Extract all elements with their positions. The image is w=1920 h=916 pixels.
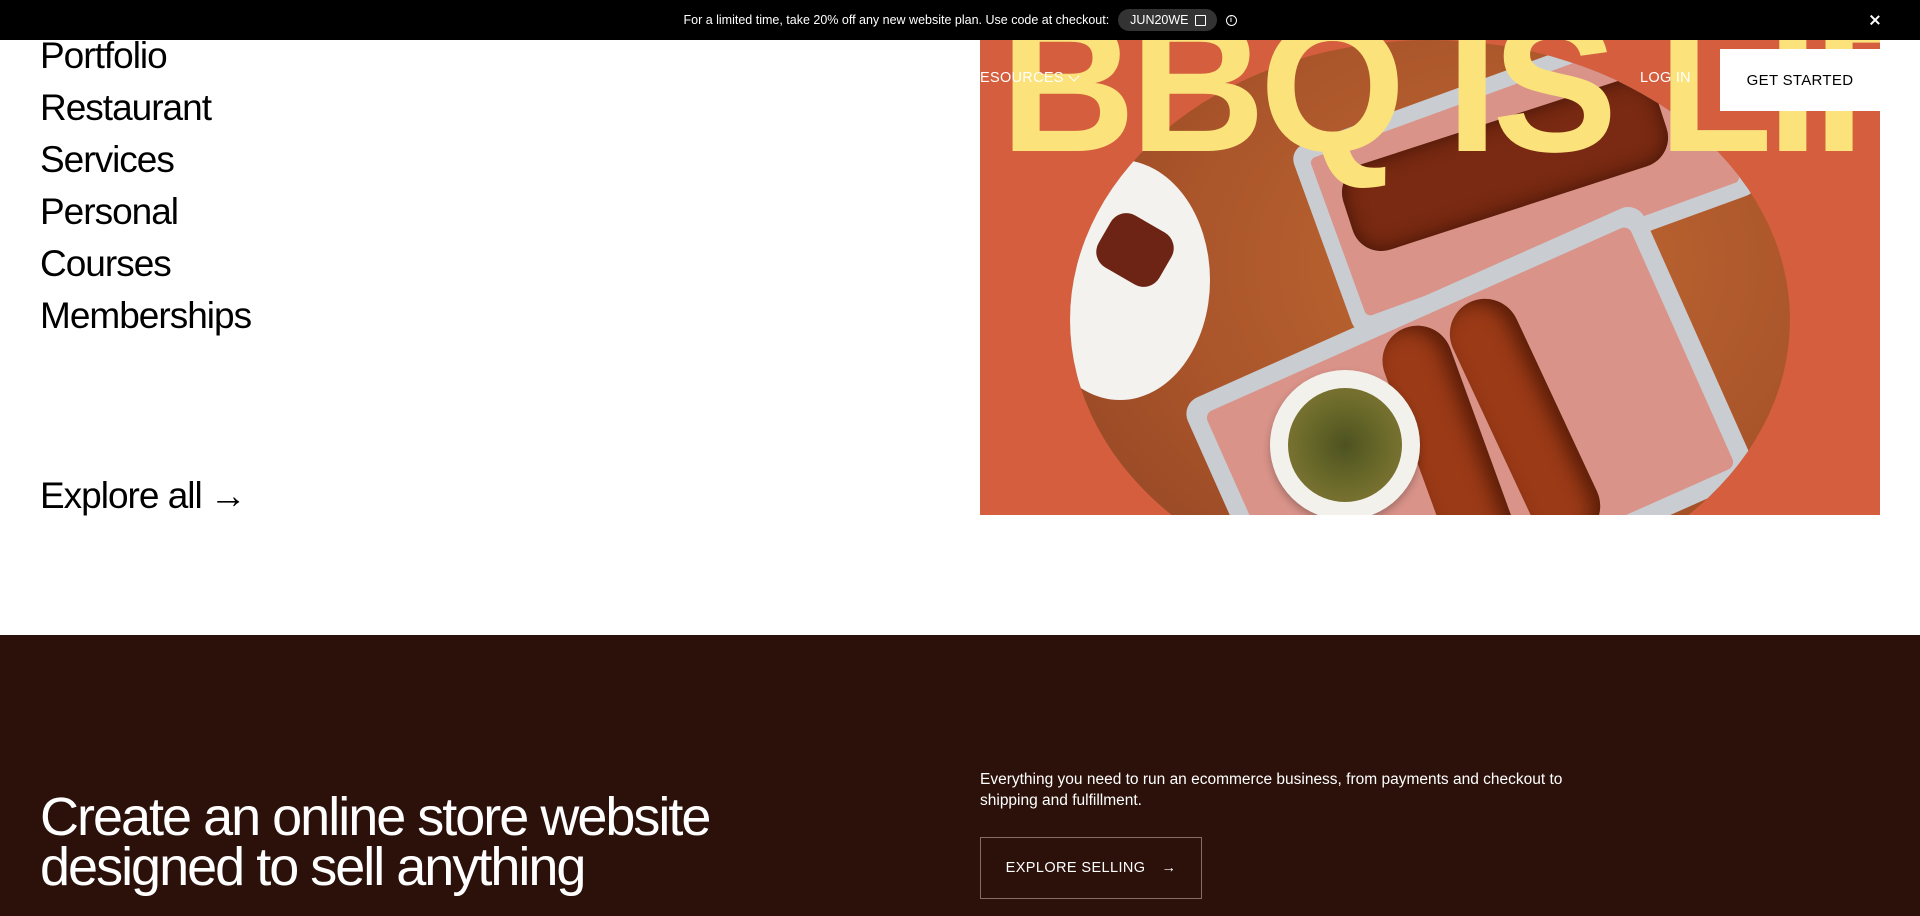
category-restaurant[interactable]: Restaurant — [40, 82, 251, 134]
hero-image: BBQ IS LIFE — [980, 40, 1880, 515]
chevron-down-icon — [1068, 70, 1080, 82]
get-started-button[interactable]: GET STARTED — [1720, 49, 1880, 111]
side-plate — [1070, 160, 1210, 400]
explore-selling-button[interactable]: EXPLORE SELLING → — [980, 837, 1202, 899]
login-link[interactable]: LOG IN — [1640, 70, 1691, 86]
store-description: Everything you need to run an ecommerce … — [980, 770, 1563, 809]
arrow-right-icon: → — [209, 475, 247, 516]
copy-icon[interactable] — [1194, 14, 1206, 26]
explore-all-label: Explore all — [40, 475, 203, 516]
explore-selling-label: EXPLORE SELLING — [1005, 860, 1146, 876]
close-icon[interactable] — [1866, 11, 1884, 29]
info-icon[interactable]: i — [1225, 14, 1237, 26]
greens-bowl — [1270, 370, 1420, 515]
promo-code-chip[interactable]: JUN20WE — [1118, 9, 1217, 31]
explore-all-link[interactable]: Explore all → — [40, 470, 247, 522]
category-services[interactable]: Services — [40, 134, 251, 186]
promo-text: For a limited time, take 20% off any new… — [683, 13, 1110, 27]
category-list: Portfolio Restaurant Services Personal C… — [40, 30, 252, 342]
store-heading: Create an online store website designed … — [40, 786, 711, 897]
arrow-right-icon: → — [1161, 860, 1177, 876]
online-store-section: Create an online store website designed … — [0, 635, 1920, 916]
category-courses[interactable]: Courses — [40, 238, 251, 290]
nav-resources[interactable]: ESOURCES — [980, 70, 1080, 86]
promo-banner: For a limited time, take 20% off any new… — [0, 0, 1920, 40]
category-personal[interactable]: Personal — [40, 186, 251, 238]
promo-code: JUN20WE — [1130, 13, 1189, 27]
category-memberships[interactable]: Memberships — [40, 290, 252, 342]
nav-resources-label: ESOURCES — [980, 70, 1064, 86]
